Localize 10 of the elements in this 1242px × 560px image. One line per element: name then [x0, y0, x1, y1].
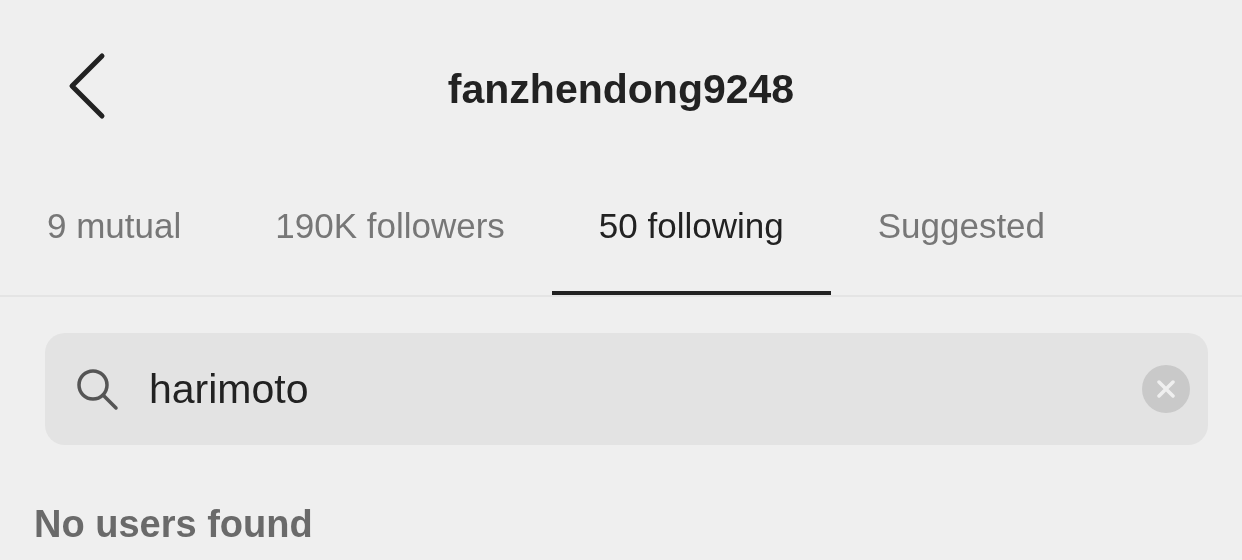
empty-message: No users found [34, 503, 314, 546]
profile-title: fanzhendong9248 [447, 65, 795, 114]
tab[interactable]: Suggested [830, 180, 1093, 295]
tab[interactable]: 50 following [551, 180, 831, 295]
tab[interactable]: 9 mutual [0, 180, 229, 295]
close-icon [1157, 380, 1175, 398]
search-bar[interactable]: harimoto [45, 333, 1208, 445]
tab[interactable]: 190K followers [228, 180, 552, 295]
search-icon [75, 367, 119, 411]
search-field[interactable]: harimoto [147, 364, 1142, 414]
